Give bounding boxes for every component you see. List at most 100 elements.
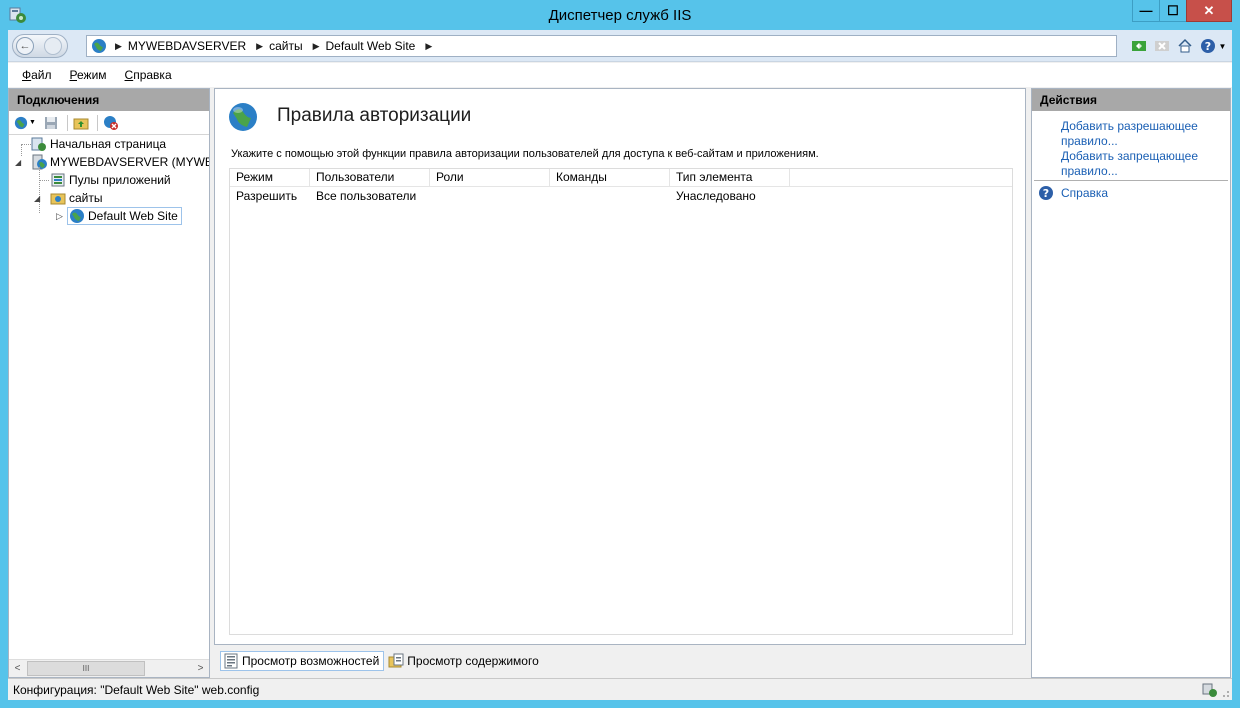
iis-manager-window: Диспетчер служб IIS — ☐ ✕ ← ▶ MYWEBDAVSE… xyxy=(0,0,1240,708)
cell-users: Все пользователи xyxy=(316,189,417,203)
breadcrumb-arrow-icon[interactable]: ▶ xyxy=(115,41,122,52)
column-header-users[interactable]: Пользователи xyxy=(310,169,430,186)
link-line: Добавить запрещающее xyxy=(1061,149,1199,163)
tree-item-label: Default Web Site xyxy=(88,209,178,223)
toolbar-separator xyxy=(67,114,68,131)
features-view-icon xyxy=(224,653,238,669)
tree-line xyxy=(21,144,22,156)
tree-item-start-page[interactable]: Начальная страница xyxy=(31,135,166,153)
sites-folder-icon xyxy=(50,193,66,205)
tree-item-label: Начальная страница xyxy=(50,137,167,151)
link-line: правило... xyxy=(1061,164,1118,178)
view-tabs: Просмотр возможностей Просмотр содержимо… xyxy=(220,650,545,672)
tree-item-server[interactable]: MYWEBDAVSERVER (MYWEBD xyxy=(31,153,209,171)
connections-pane: Подключения ▼ Начальная страница ◢ MYWEB… xyxy=(8,88,210,678)
menu-file[interactable]: Файл xyxy=(22,68,52,82)
stop-icon[interactable] xyxy=(1152,36,1172,56)
connect-globe-icon[interactable]: ▼ xyxy=(12,113,38,133)
title-bar[interactable]: Диспетчер служб IIS — ☐ ✕ xyxy=(0,0,1240,30)
app-pools-icon xyxy=(51,173,65,187)
network-status-icon xyxy=(1202,683,1217,697)
column-header-mode[interactable]: Режим xyxy=(230,169,310,186)
actions-divider xyxy=(1034,180,1228,181)
svg-text:?: ? xyxy=(1204,40,1210,53)
help-icon[interactable]: ? xyxy=(1038,185,1054,201)
scroll-left-icon[interactable]: < xyxy=(9,660,26,677)
refresh-icon[interactable] xyxy=(1129,36,1149,56)
feature-description: Укажите с помощью этой функции правила а… xyxy=(231,148,819,160)
scroll-right-icon[interactable]: > xyxy=(192,660,209,677)
breadcrumb-server[interactable]: MYWEBDAVSERVER xyxy=(128,39,246,53)
feature-pane: Правила авторизации Укажите с помощью эт… xyxy=(214,88,1026,645)
collapse-arrow-icon[interactable]: ◢ xyxy=(15,158,21,167)
tree-line xyxy=(21,144,31,145)
back-forward-control: ← xyxy=(12,34,68,58)
collapse-arrow-icon[interactable]: ◢ xyxy=(34,194,40,203)
status-text: Конфигурация: "Default Web Site" web.con… xyxy=(13,682,260,697)
close-button[interactable]: ✕ xyxy=(1186,0,1232,22)
back-button[interactable]: ← xyxy=(16,37,34,55)
cell-verbs xyxy=(550,187,670,206)
cell-mode: Разрешить xyxy=(236,189,298,203)
breadcrumb-arrow-icon[interactable]: ▶ xyxy=(425,41,432,52)
breadcrumb-sites[interactable]: сайты xyxy=(269,39,303,53)
tree-item-default-web-site[interactable]: Default Web Site xyxy=(67,207,182,225)
tab-content-view[interactable]: Просмотр содержимого xyxy=(386,651,542,671)
horizontal-scrollbar[interactable]: < III > xyxy=(9,659,209,677)
tree-item-label: Пулы приложений xyxy=(69,173,171,187)
authorization-rules-table: Режим Пользователи Роли Команды Тип элем… xyxy=(229,168,1013,635)
column-header-verbs[interactable]: Команды xyxy=(550,169,670,186)
table-header: Режим Пользователи Роли Команды Тип элем… xyxy=(230,169,1012,187)
minimize-button[interactable]: — xyxy=(1132,0,1160,22)
menu-view[interactable]: Режим xyxy=(70,68,107,82)
scroll-thumb[interactable]: III xyxy=(27,661,145,676)
help-dropdown-icon[interactable]: ? ▼ xyxy=(1198,36,1228,56)
breadcrumb-arrow-icon[interactable]: ▶ xyxy=(313,41,320,52)
breadcrumb-arrow-icon[interactable]: ▶ xyxy=(256,41,263,52)
status-bar: Конфигурация: "Default Web Site" web.con… xyxy=(8,678,1232,700)
tab-label: Просмотр содержимого xyxy=(407,654,539,668)
link-line: правило... xyxy=(1061,134,1118,148)
column-header-entry-type[interactable]: Тип элемента xyxy=(670,169,790,186)
add-deny-rule-link[interactable]: Добавить запрещающее правило... xyxy=(1061,149,1229,179)
page-title: Правила авторизации xyxy=(277,105,472,126)
content-view-icon xyxy=(388,653,404,668)
tab-label: Просмотр возможностей xyxy=(242,654,380,668)
table-row[interactable]: Разрешить Все пользователи Унаследовано xyxy=(230,187,1012,206)
address-bar[interactable]: ▶ MYWEBDAVSERVER ▶ сайты ▶ Default Web S… xyxy=(86,35,1117,57)
actions-pane: Действия Добавить разрешающее правило...… xyxy=(1031,88,1231,678)
column-header-roles[interactable]: Роли xyxy=(430,169,550,186)
disconnect-icon[interactable] xyxy=(101,113,121,133)
maximize-button[interactable]: ☐ xyxy=(1159,0,1187,22)
save-icon[interactable] xyxy=(41,113,61,133)
up-level-icon[interactable] xyxy=(71,113,91,133)
tab-features-view[interactable]: Просмотр возможностей xyxy=(220,651,385,671)
connections-tree: Начальная страница ◢ MYWEBDAVSERVER (MYW… xyxy=(9,135,209,655)
expand-arrow-icon[interactable]: ▷ xyxy=(56,211,63,222)
tree-item-sites[interactable]: сайты xyxy=(50,189,103,207)
tree-item-label: сайты xyxy=(69,191,103,205)
menu-help[interactable]: Справка xyxy=(125,68,172,82)
home-icon[interactable] xyxy=(1175,36,1195,56)
start-page-icon xyxy=(31,137,46,151)
connections-header: Подключения xyxy=(9,89,209,111)
resize-grip-icon[interactable] xyxy=(1220,688,1230,698)
cell-entry-type: Унаследовано xyxy=(676,189,756,203)
globe-icon xyxy=(70,209,84,223)
actions-header: Действия xyxy=(1032,89,1230,111)
add-allow-rule-link[interactable]: Добавить разрешающее правило... xyxy=(1061,119,1229,149)
navigation-bar: ← ▶ MYWEBDAVSERVER ▶ сайты ▶ Default Web… xyxy=(8,30,1232,62)
globe-icon xyxy=(92,39,106,53)
tree-line xyxy=(39,180,49,181)
globe-icon xyxy=(229,103,257,131)
connections-toolbar: ▼ xyxy=(9,111,209,135)
window-title: Диспетчер служб IIS xyxy=(548,7,692,24)
toolbar-separator xyxy=(97,114,98,131)
tree-line xyxy=(39,167,40,213)
link-line: Добавить разрешающее xyxy=(1061,119,1198,133)
forward-button[interactable] xyxy=(44,37,62,55)
help-link[interactable]: Справка xyxy=(1061,186,1229,201)
tree-item-app-pools[interactable]: Пулы приложений xyxy=(50,171,171,189)
cell-roles xyxy=(430,187,550,206)
breadcrumb-default-site[interactable]: Default Web Site xyxy=(326,39,416,53)
